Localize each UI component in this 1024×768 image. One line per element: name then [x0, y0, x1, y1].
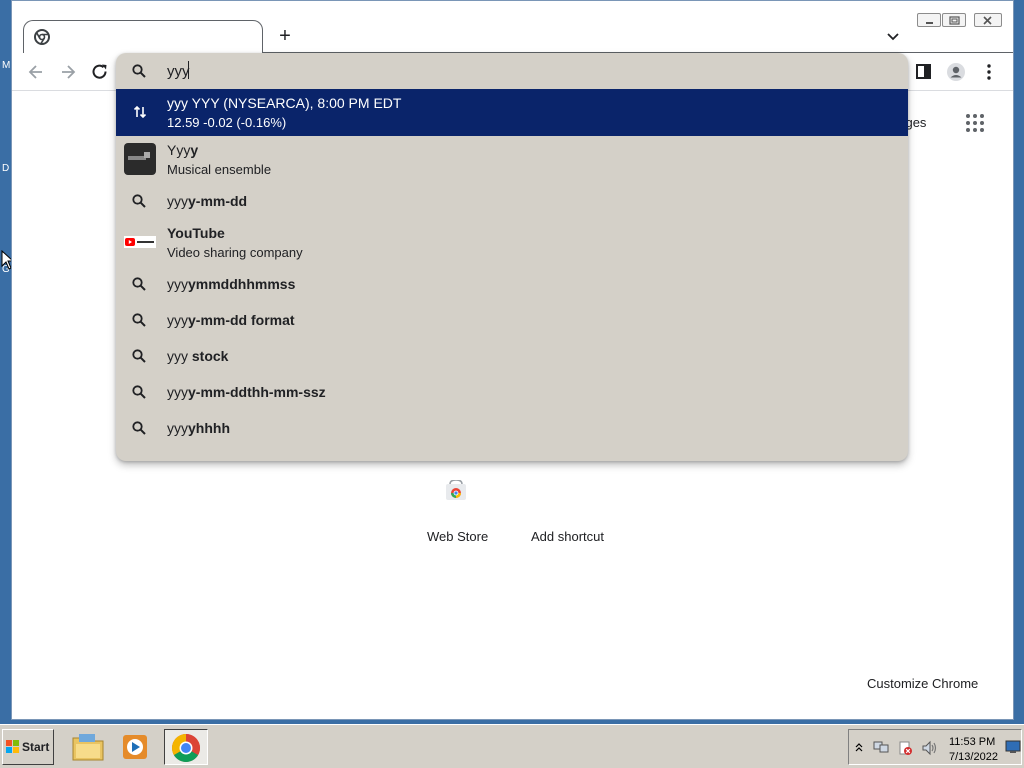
suggestion-text: yyy [167, 420, 188, 436]
show-desktop-icon[interactable] [1005, 740, 1021, 754]
omnibox-dropdown: yyy YYY (NYSEARCA), 8:00 PM EDT 12.59 -0… [116, 53, 908, 461]
minimize-button[interactable] [917, 13, 941, 27]
suggestion-text-bold: YouTube [167, 225, 225, 241]
webstore-icon[interactable] [445, 480, 467, 502]
forward-arrow-icon[interactable] [58, 62, 78, 82]
search-icon [132, 194, 146, 208]
search-icon [132, 385, 146, 399]
suggestion-text: yyy [167, 193, 188, 209]
suggestion-text-bold: stock [191, 348, 229, 364]
taskbar-explorer[interactable] [66, 729, 110, 765]
shortcut-web-store[interactable]: Web Store [427, 529, 488, 544]
omnibox-input[interactable] [167, 61, 767, 81]
search-icon [132, 64, 146, 78]
media-player-icon [123, 735, 147, 759]
suggestion-text: yyy [167, 276, 188, 292]
network-icon[interactable] [873, 740, 889, 754]
youtube-icon [124, 236, 156, 248]
restore-icon [949, 16, 960, 25]
desktop-icon-label-fragment: D [2, 163, 10, 174]
tab-new-tab[interactable] [23, 20, 263, 54]
omnibox-input-row [116, 53, 908, 89]
action-center-warning-icon[interactable] [897, 740, 913, 756]
system-tray: 11:53 PM 7/13/2022 [848, 729, 1022, 765]
windows-logo-icon [6, 740, 19, 753]
search-icon [132, 421, 146, 435]
taskbar-chrome[interactable] [164, 729, 208, 765]
suggestion-text: yyy YYY (NYSEARCA), 8:00 PM EDT [167, 95, 402, 111]
search-icon [132, 277, 146, 291]
suggestion-stock[interactable]: yyy YYY (NYSEARCA), 8:00 PM EDT 12.59 -0… [116, 89, 908, 136]
suggestion-text-bold: y [190, 142, 199, 158]
text-caret [188, 61, 189, 79]
show-hidden-icons-icon[interactable] [855, 742, 863, 752]
taskbar: Start 11:53 PM 7/13/2022 [0, 724, 1024, 768]
suggestion-text: Yyy [167, 142, 191, 158]
suggestion-text-bold: y-mm-ddthh-mm-ssz [188, 384, 326, 400]
suggestion-text: yyy [167, 312, 188, 328]
tab-strip: + [12, 1, 1013, 54]
back-arrow-icon[interactable] [26, 62, 46, 82]
suggestion-subtext: Video sharing company [167, 245, 303, 260]
suggestion-search[interactable]: yyyy-mm-dd [116, 183, 908, 219]
profile-avatar-icon[interactable] [946, 62, 966, 82]
volume-icon[interactable] [921, 740, 939, 756]
close-button[interactable] [974, 13, 1002, 27]
customize-chrome-button[interactable]: Customize Chrome [867, 676, 978, 691]
album-thumbnail [124, 143, 156, 175]
minimize-icon [926, 22, 933, 24]
tab-search-chevron-icon[interactable] [884, 27, 902, 45]
stock-arrows-icon [133, 105, 147, 119]
suggestion-text-bold: ymmddhhmmss [188, 276, 296, 292]
suggestion-search[interactable]: yyyymmddhhmmss [116, 266, 908, 302]
reload-icon[interactable] [90, 62, 110, 82]
suggestion-subtext: 12.59 -0.02 (-0.16%) [167, 115, 287, 130]
suggestion-search[interactable]: yyyy-mm-dd format [116, 302, 908, 338]
taskbar-media-player[interactable] [114, 729, 158, 765]
chrome-icon [34, 29, 50, 45]
suggestion-text-bold: y-mm-dd format [188, 312, 295, 328]
start-button[interactable]: Start [2, 729, 54, 765]
suggestion-youtube[interactable]: YouTube Video sharing company [116, 219, 908, 266]
desktop-icon-label-fragment: M [2, 60, 11, 71]
suggestion-search[interactable]: yyy stock [116, 338, 908, 374]
suggestion-text-bold: y-mm-dd [188, 193, 248, 209]
chrome-icon [172, 734, 200, 762]
side-panel-icon[interactable] [914, 62, 934, 82]
suggestion-text: yyy [167, 384, 188, 400]
search-icon [132, 349, 146, 363]
apps-grid-icon[interactable] [965, 113, 985, 133]
new-tab-button[interactable]: + [274, 25, 296, 47]
maximize-button[interactable] [942, 13, 966, 27]
suggestion-entity[interactable]: Yyyy Musical ensemble [116, 136, 908, 183]
start-label: Start [22, 740, 50, 754]
shortcut-add-shortcut[interactable]: Add shortcut [531, 529, 604, 544]
clock-time[interactable]: 11:53 PM [949, 736, 995, 748]
suggestion-subtext: Musical ensemble [167, 162, 272, 177]
search-icon [132, 313, 146, 327]
suggestion-text-bold: yhhhh [188, 420, 230, 436]
suggestion-search[interactable]: yyyy-mm-ddthh-mm-ssz [116, 374, 908, 410]
suggestion-search[interactable]: yyyyhhhh [116, 410, 908, 446]
clock-date[interactable]: 7/13/2022 [949, 751, 998, 763]
close-icon [983, 16, 992, 25]
folder-icon [72, 734, 104, 761]
suggestion-text: yyy [167, 348, 192, 364]
more-menu-icon[interactable] [979, 62, 999, 82]
